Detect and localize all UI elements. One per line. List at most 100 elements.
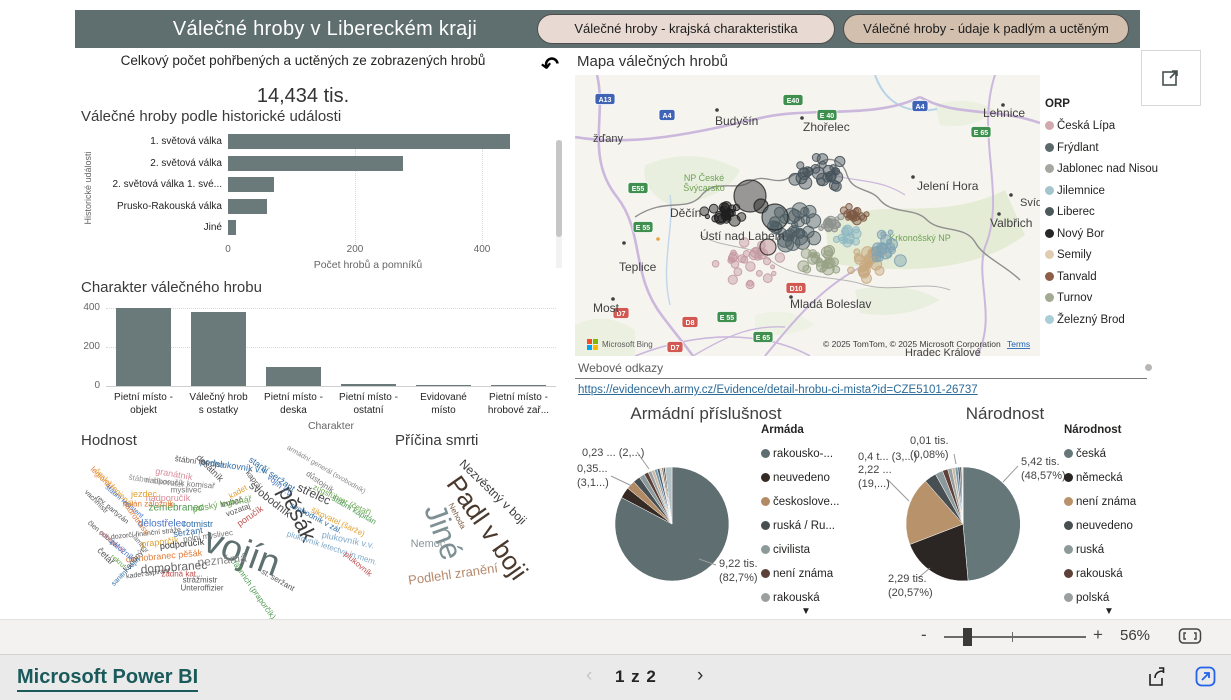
map-bubble[interactable] [801, 207, 809, 215]
map-bubble[interactable] [854, 249, 860, 255]
map-bubble[interactable] [879, 253, 883, 257]
legend-scroll-arrow[interactable]: ▼ [761, 606, 851, 617]
legend-item[interactable]: není známa [761, 568, 851, 580]
map-bubble[interactable] [848, 267, 855, 274]
map-bubble[interactable] [822, 261, 829, 268]
map-legend-item[interactable]: Frýdlant [1045, 142, 1155, 154]
legend-item[interactable]: neuvedeno [761, 472, 851, 484]
map-bubble[interactable] [858, 213, 865, 220]
legend-item[interactable]: rakouská [761, 592, 851, 604]
map-bubble[interactable] [881, 232, 885, 236]
scrollbar-thumb[interactable] [556, 140, 562, 237]
map-bubble[interactable] [863, 265, 867, 269]
map-bubble[interactable] [808, 254, 818, 264]
map-bubble[interactable] [789, 226, 800, 237]
prev-page-button[interactable]: ‹ [586, 665, 592, 687]
map-bubble[interactable] [889, 247, 896, 254]
map-bubble-large[interactable] [762, 204, 788, 230]
bar[interactable] [228, 220, 236, 235]
tab-udaje-k-padlym[interactable]: Válečné hroby - údaje k padlým a uctěným [843, 14, 1129, 44]
share-button[interactable] [1146, 666, 1168, 693]
map-bubble[interactable] [842, 228, 849, 235]
map-terms-link[interactable]: Terms [1007, 339, 1030, 349]
legend-item[interactable]: není známa [1064, 496, 1154, 508]
map-bubble[interactable] [850, 240, 854, 244]
map-bubble[interactable] [835, 222, 840, 227]
map-legend-item[interactable]: Liberec [1045, 206, 1155, 218]
legend-item[interactable]: neuvedeno [1064, 520, 1154, 532]
legend-scroll-arrow[interactable]: ▼ [1064, 606, 1154, 617]
map-bubble[interactable] [747, 280, 753, 286]
map-legend-item[interactable]: Tanvald [1045, 271, 1155, 283]
map-bubble[interactable] [895, 255, 907, 267]
map-legend-item[interactable]: Semily [1045, 249, 1155, 261]
map-bubble[interactable] [846, 204, 852, 210]
map-bubble[interactable] [709, 204, 718, 213]
undo-icon[interactable]: ↶ [539, 50, 568, 79]
legend-item[interactable]: polská [1064, 592, 1154, 604]
map-bubble[interactable] [729, 252, 738, 261]
map-bubble[interactable] [772, 271, 776, 275]
zoom-in-button[interactable]: + [1093, 625, 1103, 645]
column-bar[interactable] [116, 308, 171, 386]
map-bubble[interactable] [806, 214, 820, 228]
open-in-app-button[interactable] [1194, 665, 1217, 693]
map-bubble[interactable] [743, 251, 749, 257]
cloud-word[interactable]: Unteroffizier [181, 584, 224, 593]
map-bubble[interactable] [715, 213, 726, 224]
map-bubble[interactable] [833, 236, 839, 242]
map-bubble[interactable] [817, 258, 822, 263]
map-bubble[interactable] [756, 271, 762, 277]
column-bar[interactable] [416, 385, 471, 387]
tab-krajska-charakteristika[interactable]: Válečné hroby - krajská charakteristika [537, 14, 835, 44]
map-bubble[interactable] [712, 261, 719, 268]
map-bubble[interactable] [775, 253, 784, 262]
column-bar[interactable] [266, 367, 321, 387]
bar[interactable] [228, 156, 403, 171]
legend-item[interactable]: civilista [761, 544, 851, 556]
fit-to-page-button[interactable] [1178, 627, 1202, 650]
map-bubble[interactable] [799, 176, 812, 189]
map-bubble[interactable] [734, 268, 742, 276]
next-page-button[interactable]: › [697, 665, 703, 687]
map-legend-item[interactable]: Nový Bor [1045, 228, 1155, 240]
zoom-out-button[interactable]: - [921, 625, 927, 645]
map-bubble[interactable] [821, 247, 832, 258]
map-bubble[interactable] [835, 156, 845, 166]
legend-item[interactable]: česká [1064, 448, 1154, 460]
map-legend-item[interactable]: Turnov [1045, 292, 1155, 304]
column-bar[interactable] [191, 312, 246, 386]
cloud-word[interactable]: Podlehl zranění [407, 560, 499, 587]
map-legend-item[interactable]: Železný Brod [1045, 314, 1155, 326]
map-legend-item[interactable]: Jilemnice [1045, 185, 1155, 197]
legend-item[interactable]: rakousko-... [761, 448, 851, 460]
map-bubble[interactable] [853, 227, 859, 233]
map-bubble[interactable] [821, 224, 825, 228]
bar[interactable] [228, 199, 267, 214]
bing-map[interactable]: NP ČeskéŠvýcarskoKrkonošský NPA13A4A4E40… [575, 75, 1040, 356]
map-bubble[interactable] [789, 210, 801, 222]
map-bubble[interactable] [728, 275, 737, 284]
powerbi-brand-link[interactable]: Microsoft Power BI [17, 666, 198, 692]
map-bubble[interactable] [728, 209, 735, 216]
column-bar[interactable] [491, 385, 546, 387]
map-bubble[interactable] [803, 265, 811, 273]
legend-item[interactable]: ruská [1064, 544, 1154, 556]
cloud-word[interactable]: Nemoc [411, 538, 446, 550]
weblink-url[interactable]: https://evidencevh.army.cz/Evidence/deta… [578, 384, 978, 396]
map-bubble[interactable] [771, 265, 775, 269]
legend-item[interactable]: českoslove... [761, 496, 851, 508]
map-bubble[interactable] [880, 244, 886, 250]
map-bubble[interactable] [746, 262, 755, 271]
column-bar[interactable] [341, 384, 396, 386]
legend-item[interactable]: rakouská [1064, 568, 1154, 580]
bar-chart-scrollbar[interactable] [556, 140, 562, 268]
legend-item[interactable]: ruská / Ru... [761, 520, 851, 532]
map-bubble[interactable] [842, 237, 848, 243]
map-legend-item[interactable]: Jablonec nad Nisou [1045, 163, 1155, 175]
map-bubble[interactable] [812, 154, 820, 162]
zoom-slider-handle[interactable] [963, 628, 972, 646]
map-bubble[interactable] [720, 207, 724, 211]
map-bubble[interactable] [850, 215, 856, 221]
map-bubble[interactable] [812, 167, 824, 179]
